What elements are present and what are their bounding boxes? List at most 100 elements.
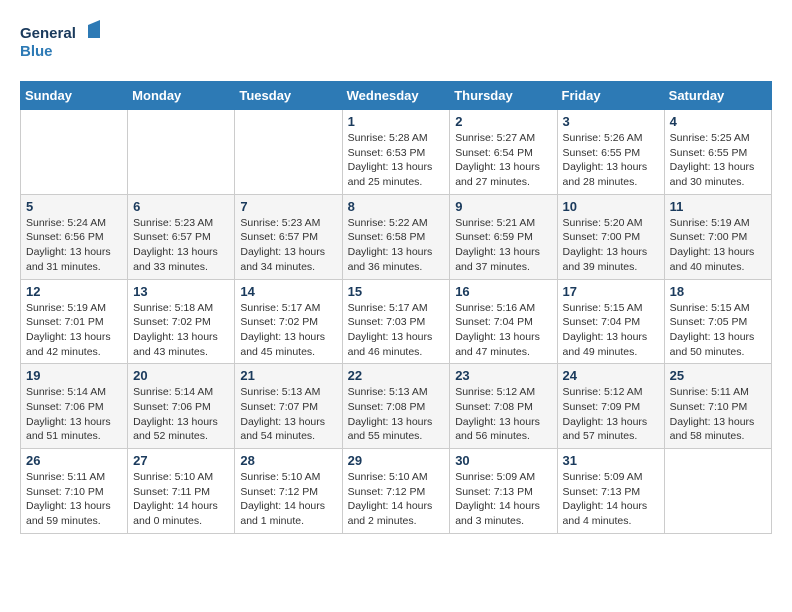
calendar-cell: 25 Sunrise: 5:11 AMSunset: 7:10 PMDayligh… [664, 364, 771, 449]
calendar-cell: 22 Sunrise: 5:13 AMSunset: 7:08 PMDayligh… [342, 364, 450, 449]
weekday-header-cell: Thursday [450, 82, 557, 110]
calendar-cell: 4 Sunrise: 5:25 AMSunset: 6:55 PMDaylight… [664, 110, 771, 195]
day-number: 30 [455, 453, 551, 468]
day-number: 4 [670, 114, 766, 129]
day-info: Sunrise: 5:17 AMSunset: 7:02 PMDaylight:… [240, 301, 336, 360]
weekday-header-cell: Tuesday [235, 82, 342, 110]
day-info: Sunrise: 5:14 AMSunset: 7:06 PMDaylight:… [26, 385, 122, 444]
day-number: 3 [563, 114, 659, 129]
calendar-cell: 1Sunrise: 5:28 AMSunset: 6:53 PMDaylight… [342, 110, 450, 195]
calendar-cell: 16 Sunrise: 5:16 AMSunset: 7:04 PMDayligh… [450, 279, 557, 364]
day-info: Sunrise: 5:25 AMSunset: 6:55 PMDaylight:… [670, 131, 766, 190]
calendar-cell: 12 Sunrise: 5:19 AMSunset: 7:01 PMDayligh… [21, 279, 128, 364]
calendar-cell: 2Sunrise: 5:27 AMSunset: 6:54 PMDaylight… [450, 110, 557, 195]
calendar-cell: 5 Sunrise: 5:24 AMSunset: 6:56 PMDaylight… [21, 194, 128, 279]
calendar-cell: 21Sunrise: 5:13 AMSunset: 7:07 PMDayligh… [235, 364, 342, 449]
day-number: 21 [240, 368, 336, 383]
weekday-header-cell: Saturday [664, 82, 771, 110]
calendar-cell: 8 Sunrise: 5:22 AMSunset: 6:58 PMDaylight… [342, 194, 450, 279]
day-number: 27 [133, 453, 229, 468]
day-number: 8 [348, 199, 445, 214]
calendar-cell: 27 Sunrise: 5:10 AMSunset: 7:11 PMDayligh… [128, 449, 235, 534]
logo: General Blue [20, 20, 100, 65]
page-header: General Blue [20, 20, 772, 65]
calendar-table: SundayMondayTuesdayWednesdayThursdayFrid… [20, 81, 772, 534]
calendar-cell: 31Sunrise: 5:09 AMSunset: 7:13 PMDayligh… [557, 449, 664, 534]
day-info: Sunrise: 5:10 AMSunset: 7:12 PMDaylight:… [240, 470, 336, 529]
calendar-cell [664, 449, 771, 534]
calendar-cell: 17Sunrise: 5:15 AMSunset: 7:04 PMDayligh… [557, 279, 664, 364]
day-info: Sunrise: 5:20 AMSunset: 7:00 PMDaylight:… [563, 216, 659, 275]
day-number: 2 [455, 114, 551, 129]
svg-text:Blue: Blue [20, 43, 53, 60]
day-info: Sunrise: 5:10 AMSunset: 7:12 PMDaylight:… [348, 470, 445, 529]
calendar-cell: 10 Sunrise: 5:20 AMSunset: 7:00 PMDayligh… [557, 194, 664, 279]
day-info: Sunrise: 5:24 AMSunset: 6:56 PMDaylight:… [26, 216, 122, 275]
day-number: 1 [348, 114, 445, 129]
calendar-cell: 29 Sunrise: 5:10 AMSunset: 7:12 PMDayligh… [342, 449, 450, 534]
day-number: 31 [563, 453, 659, 468]
calendar-cell: 14 Sunrise: 5:17 AMSunset: 7:02 PMDayligh… [235, 279, 342, 364]
day-number: 10 [563, 199, 659, 214]
calendar-cell: 19 Sunrise: 5:14 AMSunset: 7:06 PMDayligh… [21, 364, 128, 449]
svg-text:General: General [20, 25, 76, 42]
day-info: Sunrise: 5:17 AMSunset: 7:03 PMDaylight:… [348, 301, 445, 360]
day-number: 14 [240, 284, 336, 299]
weekday-header-cell: Sunday [21, 82, 128, 110]
weekday-header-cell: Monday [128, 82, 235, 110]
day-info: Sunrise: 5:14 AMSunset: 7:06 PMDaylight:… [133, 385, 229, 444]
day-info: Sunrise: 5:23 AMSunset: 6:57 PMDaylight:… [133, 216, 229, 275]
day-info: Sunrise: 5:12 AMSunset: 7:08 PMDaylight:… [455, 385, 551, 444]
day-info: Sunrise: 5:15 AMSunset: 7:05 PMDaylight:… [670, 301, 766, 360]
calendar-cell: 23 Sunrise: 5:12 AMSunset: 7:08 PMDayligh… [450, 364, 557, 449]
day-info: Sunrise: 5:16 AMSunset: 7:04 PMDaylight:… [455, 301, 551, 360]
day-number: 22 [348, 368, 445, 383]
logo-svg: General Blue [20, 20, 100, 65]
day-info: Sunrise: 5:19 AMSunset: 7:01 PMDaylight:… [26, 301, 122, 360]
calendar-cell: 26Sunrise: 5:11 AMSunset: 7:10 PMDayligh… [21, 449, 128, 534]
day-number: 29 [348, 453, 445, 468]
calendar-cell [21, 110, 128, 195]
calendar-cell: 7 Sunrise: 5:23 AMSunset: 6:57 PMDaylight… [235, 194, 342, 279]
day-info: Sunrise: 5:13 AMSunset: 7:08 PMDaylight:… [348, 385, 445, 444]
day-number: 25 [670, 368, 766, 383]
calendar-cell: 18 Sunrise: 5:15 AMSunset: 7:05 PMDayligh… [664, 279, 771, 364]
calendar-week-row: 5 Sunrise: 5:24 AMSunset: 6:56 PMDaylight… [21, 194, 772, 279]
calendar-cell: 24Sunrise: 5:12 AMSunset: 7:09 PMDayligh… [557, 364, 664, 449]
calendar-week-row: 26Sunrise: 5:11 AMSunset: 7:10 PMDayligh… [21, 449, 772, 534]
day-number: 16 [455, 284, 551, 299]
calendar-cell: 3Sunrise: 5:26 AMSunset: 6:55 PMDaylight… [557, 110, 664, 195]
calendar-cell: 20 Sunrise: 5:14 AMSunset: 7:06 PMDayligh… [128, 364, 235, 449]
weekday-header-row: SundayMondayTuesdayWednesdayThursdayFrid… [21, 82, 772, 110]
day-info: Sunrise: 5:22 AMSunset: 6:58 PMDaylight:… [348, 216, 445, 275]
day-info: Sunrise: 5:15 AMSunset: 7:04 PMDaylight:… [563, 301, 659, 360]
day-number: 12 [26, 284, 122, 299]
weekday-header-cell: Wednesday [342, 82, 450, 110]
calendar-week-row: 12 Sunrise: 5:19 AMSunset: 7:01 PMDayligh… [21, 279, 772, 364]
day-number: 5 [26, 199, 122, 214]
day-number: 19 [26, 368, 122, 383]
calendar-cell: 9Sunrise: 5:21 AMSunset: 6:59 PMDaylight… [450, 194, 557, 279]
day-number: 7 [240, 199, 336, 214]
day-number: 15 [348, 284, 445, 299]
day-info: Sunrise: 5:12 AMSunset: 7:09 PMDaylight:… [563, 385, 659, 444]
day-info: Sunrise: 5:10 AMSunset: 7:11 PMDaylight:… [133, 470, 229, 529]
day-number: 11 [670, 199, 766, 214]
day-info: Sunrise: 5:21 AMSunset: 6:59 PMDaylight:… [455, 216, 551, 275]
calendar-cell [128, 110, 235, 195]
calendar-cell: 30 Sunrise: 5:09 AMSunset: 7:13 PMDayligh… [450, 449, 557, 534]
calendar-cell: 6 Sunrise: 5:23 AMSunset: 6:57 PMDaylight… [128, 194, 235, 279]
day-number: 6 [133, 199, 229, 214]
day-number: 20 [133, 368, 229, 383]
day-number: 26 [26, 453, 122, 468]
calendar-body: 1Sunrise: 5:28 AMSunset: 6:53 PMDaylight… [21, 110, 772, 534]
calendar-cell: 15 Sunrise: 5:17 AMSunset: 7:03 PMDayligh… [342, 279, 450, 364]
calendar-cell [235, 110, 342, 195]
day-info: Sunrise: 5:23 AMSunset: 6:57 PMDaylight:… [240, 216, 336, 275]
day-number: 18 [670, 284, 766, 299]
day-number: 13 [133, 284, 229, 299]
day-info: Sunrise: 5:11 AMSunset: 7:10 PMDaylight:… [670, 385, 766, 444]
calendar-cell: 13Sunrise: 5:18 AMSunset: 7:02 PMDayligh… [128, 279, 235, 364]
day-info: Sunrise: 5:09 AMSunset: 7:13 PMDaylight:… [455, 470, 551, 529]
day-number: 23 [455, 368, 551, 383]
